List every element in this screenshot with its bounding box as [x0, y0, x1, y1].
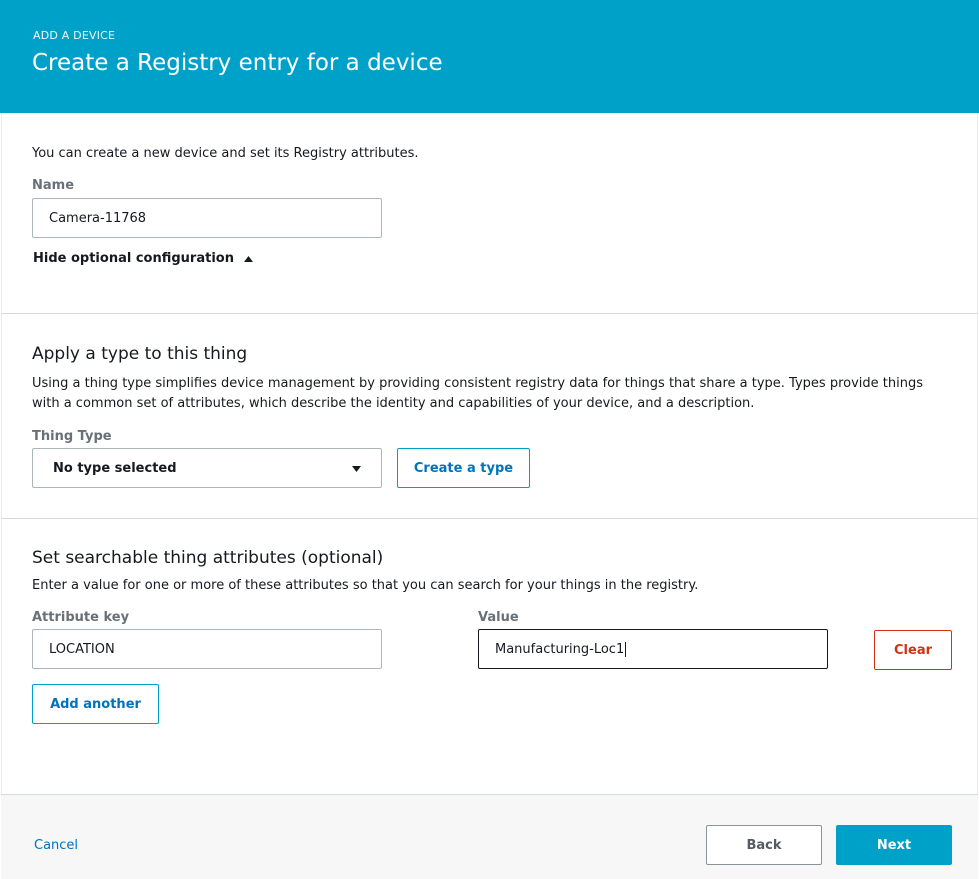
- caret-up-icon: [243, 251, 253, 266]
- page-overline: ADD A DEVICE: [33, 29, 116, 42]
- thing-type-label: Thing Type: [32, 429, 112, 444]
- type-section-heading: Apply a type to this thing: [32, 344, 248, 364]
- type-section-description: Using a thing type simplifies device man…: [32, 376, 923, 411]
- attributes-section-heading: Set searchable thing attributes (optiona…: [32, 548, 384, 568]
- page-header: ADD A DEVICE Create a Registry entry for…: [0, 0, 979, 113]
- attribute-key-input[interactable]: LOCATION: [32, 629, 382, 669]
- next-button[interactable]: Next: [836, 825, 952, 865]
- name-input[interactable]: Camera-11768: [32, 198, 382, 238]
- attributes-section-description: Enter a value for one or more of these a…: [32, 578, 699, 593]
- attribute-value-input[interactable]: Manufacturing-Loc1: [478, 629, 828, 669]
- thing-type-select[interactable]: No type selected: [32, 448, 382, 488]
- page-title: Create a Registry entry for a device: [32, 50, 443, 76]
- add-another-button[interactable]: Add another: [32, 684, 159, 724]
- intro-text: You can create a new device and set its …: [32, 146, 419, 161]
- toggle-label: Hide optional configuration: [33, 251, 234, 266]
- attribute-key-label: Attribute key: [32, 610, 130, 625]
- name-label: Name: [32, 178, 75, 193]
- cancel-link[interactable]: Cancel: [34, 838, 78, 853]
- name-input-value: Camera-11768: [49, 210, 147, 226]
- create-type-button[interactable]: Create a type: [397, 448, 530, 488]
- attribute-value-label: Value: [478, 610, 519, 625]
- section-divider: [1, 518, 978, 519]
- clear-button[interactable]: Clear: [874, 630, 952, 670]
- chevron-down-icon: [352, 461, 361, 476]
- hide-optional-configuration-toggle[interactable]: Hide optional configuration: [33, 251, 253, 266]
- back-button[interactable]: Back: [706, 825, 822, 865]
- footer-bar: [1, 795, 978, 879]
- attribute-key-value: LOCATION: [49, 641, 115, 657]
- thing-type-selected-value: No type selected: [53, 460, 177, 476]
- attribute-value-text: Manufacturing-Loc1: [495, 641, 627, 657]
- section-divider: [1, 313, 978, 314]
